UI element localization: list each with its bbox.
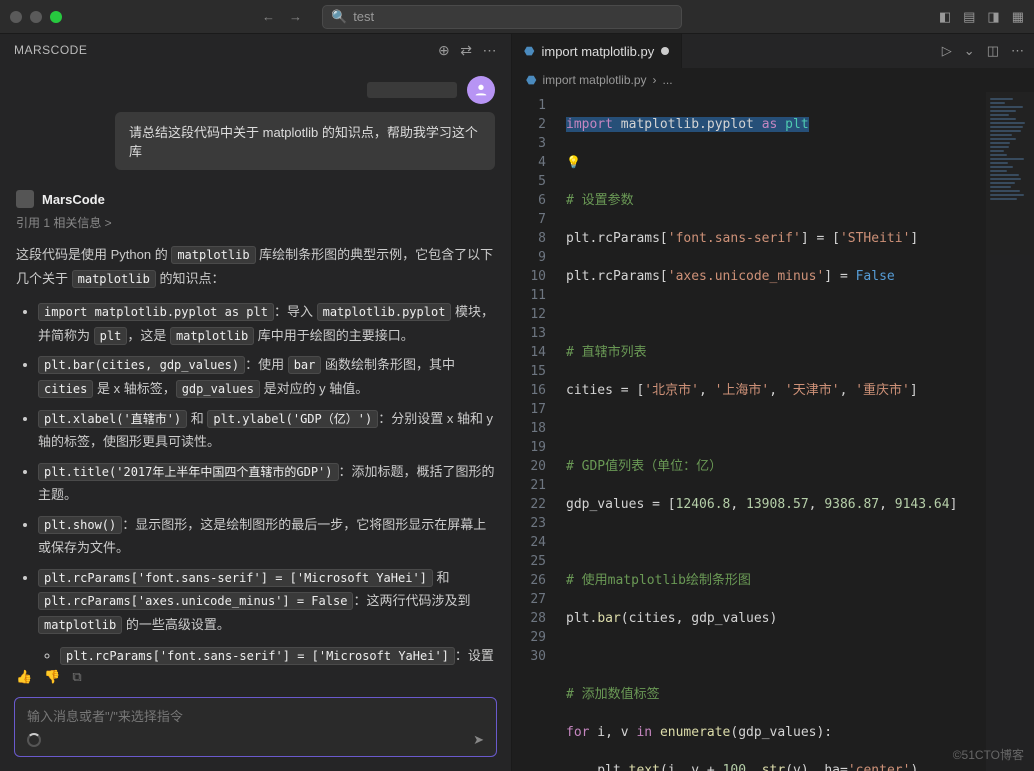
thumbs-down-icon[interactable]: 👎 xyxy=(44,669,60,685)
nav-back-icon[interactable]: ← xyxy=(262,9,275,24)
new-chat-icon[interactable]: ⊕ xyxy=(438,42,450,59)
user-attachment[interactable] xyxy=(367,82,457,98)
code-area[interactable]: import matplotlib.pyplot as plt 💡 # 设置参数… xyxy=(560,92,986,771)
editor-group: ⬣ import matplotlib.py ▷ ⌄ ◫ ⋯ ⬣ import … xyxy=(512,34,1034,771)
modified-indicator-icon xyxy=(661,47,669,55)
split-editor-icon[interactable]: ◫ xyxy=(987,43,999,59)
window-controls xyxy=(10,11,62,23)
maximize-window[interactable] xyxy=(50,11,62,23)
layout-controls: ◧ ▤ ◨ ▦ xyxy=(939,9,1024,25)
toggle-primary-sidebar-icon[interactable]: ◧ xyxy=(939,9,951,25)
panel-header: MARSCODE ⊕ ⇄ ⋯ xyxy=(0,34,511,66)
search-icon: 🔍 xyxy=(331,9,347,25)
minimize-window[interactable] xyxy=(30,11,42,23)
bot-name: MarsCode xyxy=(42,192,105,207)
send-icon[interactable]: ➤ xyxy=(473,732,484,748)
bot-header: MarsCode xyxy=(16,190,495,208)
close-window[interactable] xyxy=(10,11,22,23)
command-center[interactable]: 🔍 test xyxy=(322,5,682,29)
chat-input[interactable]: 输入消息或者"/"来选择指令 ➤ xyxy=(14,697,497,757)
tab-label: import matplotlib.py xyxy=(541,44,654,59)
line-gutter: 1234567891011121314151617181920212223242… xyxy=(512,92,560,771)
lightbulb-icon[interactable]: 💡 xyxy=(566,155,581,169)
loading-spinner-icon xyxy=(27,733,41,747)
workspace: MARSCODE ⊕ ⇄ ⋯ 请总结这段代码中关于 matplotlib 的知识… xyxy=(0,34,1034,771)
chat-body: 请总结这段代码中关于 matplotlib 的知识点，帮助我学习这个库 Mars… xyxy=(0,66,511,665)
thumbs-up-icon[interactable]: 👍 xyxy=(16,669,32,685)
python-file-icon: ⬣ xyxy=(524,44,534,58)
run-dropdown-icon[interactable]: ⌄ xyxy=(964,43,975,59)
citation-link[interactable]: 引用 1 相关信息 > xyxy=(16,214,495,231)
minimap[interactable] xyxy=(986,92,1034,771)
tab-import-matplotlib[interactable]: ⬣ import matplotlib.py xyxy=(512,34,682,68)
user-message: 请总结这段代码中关于 matplotlib 的知识点，帮助我学习这个库 xyxy=(115,112,495,170)
nav-arrows: ← → xyxy=(262,9,302,24)
panel-title: MARSCODE xyxy=(14,43,87,57)
titlebar: ← → 🔍 test ◧ ▤ ◨ ▦ xyxy=(0,0,1034,34)
bullets: import matplotlib.pyplot as plt：导入 matpl… xyxy=(38,300,495,665)
python-file-icon: ⬣ xyxy=(526,73,536,87)
toggle-secondary-sidebar-icon[interactable]: ◨ xyxy=(987,9,999,25)
search-text: test xyxy=(353,9,374,24)
watermark: ©51CTO博客 xyxy=(953,746,1024,763)
reply-actions: 👍 👎 ⧉ xyxy=(0,665,511,689)
marscode-panel: MARSCODE ⊕ ⇄ ⋯ 请总结这段代码中关于 matplotlib 的知识… xyxy=(0,34,512,771)
nav-forward-icon[interactable]: → xyxy=(289,9,302,24)
copy-icon[interactable]: ⧉ xyxy=(72,669,81,685)
chat-input-placeholder: 输入消息或者"/"来选择指令 xyxy=(27,706,484,725)
more-icon[interactable]: ⋯ xyxy=(483,42,498,59)
history-icon[interactable]: ⇄ xyxy=(460,42,472,59)
tab-bar: ⬣ import matplotlib.py ▷ ⌄ ◫ ⋯ xyxy=(512,34,1034,68)
customize-layout-icon[interactable]: ▦ xyxy=(1012,9,1024,25)
bot-reply: 这段代码是使用 Python 的 matplotlib 库绘制条形图的典型示例，… xyxy=(16,243,495,665)
code-editor[interactable]: 1234567891011121314151617181920212223242… xyxy=(512,92,1034,771)
toggle-panel-icon[interactable]: ▤ xyxy=(963,9,975,25)
bot-logo-icon xyxy=(16,190,34,208)
run-icon[interactable]: ▷ xyxy=(942,43,952,59)
user-avatar xyxy=(467,76,495,104)
more-actions-icon[interactable]: ⋯ xyxy=(1011,43,1024,59)
breadcrumb[interactable]: ⬣ import matplotlib.py › ... xyxy=(512,68,1034,92)
